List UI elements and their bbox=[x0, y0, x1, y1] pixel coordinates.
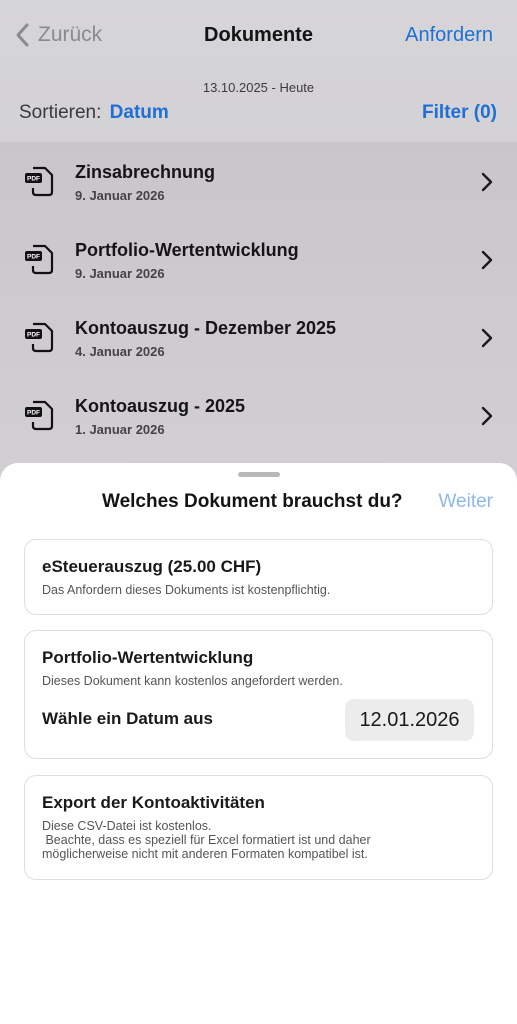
document-date: 1. Januar 2026 bbox=[75, 422, 165, 437]
document-date: 9. Januar 2026 bbox=[75, 188, 165, 203]
svg-text:PDF: PDF bbox=[27, 332, 40, 339]
document-request-sheet: Welches Dokument brauchst du? Weiter eSt… bbox=[0, 463, 517, 1024]
chevron-right-icon bbox=[481, 250, 493, 270]
request-button[interactable]: Anfordern bbox=[405, 24, 493, 47]
sort-value: Datum bbox=[109, 102, 169, 123]
pdf-file-icon: PDF bbox=[25, 322, 54, 353]
option-description-line: möglicherweise nicht mit anderen Formate… bbox=[42, 847, 368, 861]
svg-text:PDF: PDF bbox=[27, 176, 40, 183]
filter-button[interactable]: Filter (0) bbox=[422, 102, 497, 124]
document-title: Portfolio-Wertentwicklung bbox=[75, 240, 299, 260]
next-button[interactable]: Weiter bbox=[438, 491, 493, 513]
option-title: Export der Kontoaktivitäten bbox=[42, 793, 265, 812]
sort-filter-row: Sortieren: Datum Filter (0) bbox=[19, 100, 497, 126]
sort-button[interactable]: Sortieren: Datum bbox=[19, 102, 169, 124]
option-title: Portfolio-Wertentwicklung bbox=[42, 648, 254, 667]
document-date: 9. Januar 2026 bbox=[75, 266, 165, 281]
chevron-right-icon bbox=[481, 406, 493, 426]
option-description-line: Diese CSV-Datei ist kostenlos. bbox=[42, 819, 212, 833]
pdf-file-icon: PDF bbox=[25, 166, 54, 197]
nav-bar: Zurück Dokumente Anfordern bbox=[0, 0, 517, 72]
list-item[interactable]: PDF Zinsabrechnung 9. Januar 2026 bbox=[0, 142, 517, 220]
option-description: Dieses Dokument kann kostenlos angeforde… bbox=[42, 674, 343, 688]
list-item[interactable]: PDF Kontoauszug - 2025 1. Januar 2026 bbox=[0, 376, 517, 454]
option-card-etax[interactable]: eSteuerauszug (25.00 CHF) Das Anfordern … bbox=[24, 539, 493, 615]
date-picker-button[interactable]: 12.01.2026 bbox=[345, 699, 474, 741]
sort-label: Sortieren: bbox=[19, 102, 102, 123]
option-card-export[interactable]: Export der Kontoaktivitäten Diese CSV-Da… bbox=[24, 775, 493, 880]
documents-screen: Zurück Dokumente Anfordern 13.10.2025 - … bbox=[0, 0, 517, 522]
option-card-portfolio[interactable]: Portfolio-Wertentwicklung Dieses Dokumen… bbox=[24, 630, 493, 759]
svg-text:PDF: PDF bbox=[27, 410, 40, 417]
sheet-grabber[interactable] bbox=[238, 472, 280, 477]
option-description: Das Anfordern dieses Dokuments ist koste… bbox=[42, 583, 331, 597]
option-description-line: Beachte, dass es speziell für Excel form… bbox=[42, 833, 371, 847]
document-title: Kontoauszug - 2025 bbox=[75, 396, 246, 416]
option-title: eSteuerauszug (25.00 CHF) bbox=[42, 557, 262, 576]
date-picker-label: Wähle ein Datum aus bbox=[42, 709, 213, 728]
document-title: Kontoauszug - Dezember 2025 bbox=[75, 318, 337, 338]
chevron-right-icon bbox=[481, 328, 493, 348]
list-item[interactable]: PDF Kontoauszug - Dezember 2025 4. Janua… bbox=[0, 298, 517, 376]
document-title: Zinsabrechnung bbox=[75, 162, 216, 182]
pdf-file-icon: PDF bbox=[25, 244, 54, 275]
document-date: 4. Januar 2026 bbox=[75, 344, 165, 359]
sheet-title: Welches Dokument brauchst du? bbox=[102, 491, 403, 512]
list-item[interactable]: PDF Portfolio-Wertentwicklung 9. Januar … bbox=[0, 220, 517, 298]
chevron-right-icon bbox=[481, 172, 493, 192]
date-range-caption: 13.10.2025 - Heute bbox=[202, 80, 315, 95]
pdf-file-icon: PDF bbox=[25, 400, 54, 431]
svg-text:PDF: PDF bbox=[27, 254, 40, 261]
